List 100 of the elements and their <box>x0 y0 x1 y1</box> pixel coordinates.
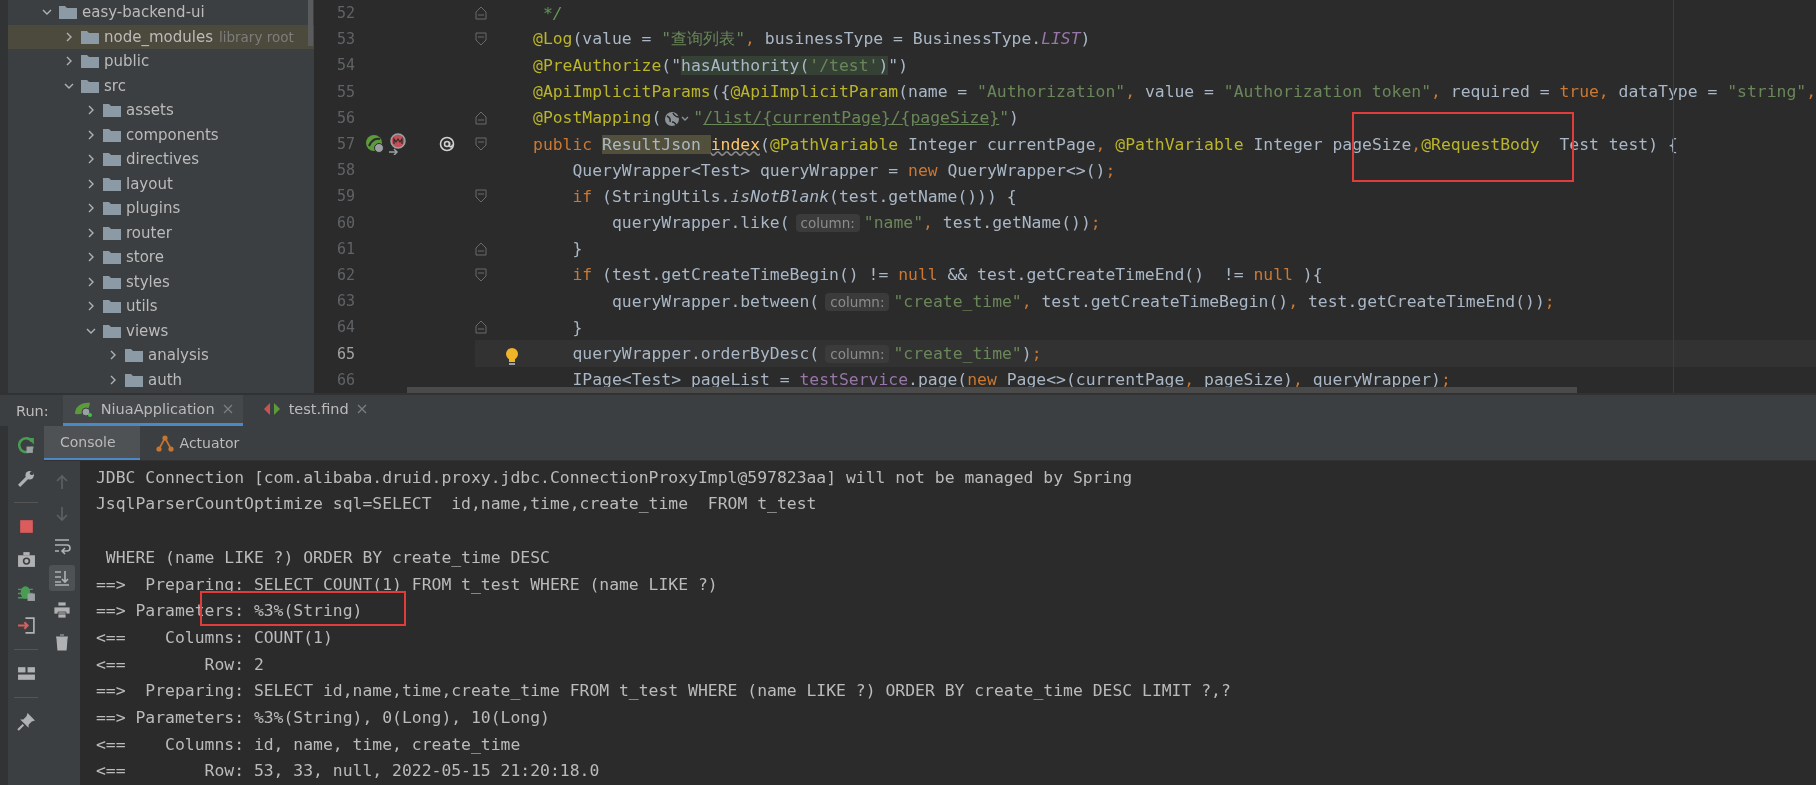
fold-marker-icon[interactable] <box>475 320 487 335</box>
folder-icon <box>103 250 121 265</box>
folder-name[interactable]: layout <box>126 174 173 193</box>
line-number: 66 <box>336 370 355 389</box>
console-line: ==> Parameters: %3%(String), 0(Long), 10(Long) <box>96 707 550 727</box>
folder-name[interactable]: public <box>104 52 150 71</box>
bean-icon[interactable] <box>365 134 385 155</box>
console-line: JsqlParserCountOptimize sql=SELECT id,name,time,create_time FROM t_test <box>96 494 817 514</box>
run-tab[interactable]: test.find <box>252 395 377 426</box>
fold-marker-icon[interactable] <box>475 189 487 204</box>
line-number: 52 <box>336 4 355 23</box>
folder-icon <box>59 5 77 20</box>
scrollbar[interactable] <box>308 0 313 46</box>
folder-name[interactable]: node_modules <box>104 27 213 46</box>
layout-icon[interactable] <box>16 664 36 683</box>
line-number: 61 <box>336 239 355 258</box>
folder-name[interactable]: store <box>126 248 164 267</box>
console-tab[interactable]: Actuator <box>139 426 264 460</box>
code-brackets-icon <box>262 401 281 417</box>
folder-icon <box>103 152 121 167</box>
folder-name[interactable]: components <box>126 125 219 144</box>
code-text: } <box>572 317 583 337</box>
folder-name[interactable]: directives <box>126 150 199 169</box>
code-text: queryWrapper.between( <box>611 291 820 311</box>
folder-name[interactable]: styles <box>126 272 170 291</box>
camera-icon[interactable] <box>16 550 36 569</box>
fold-marker-icon[interactable] <box>475 241 487 256</box>
pin-icon[interactable] <box>16 712 36 731</box>
folder-icon <box>81 29 99 44</box>
folder-name[interactable]: views <box>126 321 169 340</box>
chevron-right-icon[interactable] <box>86 105 96 116</box>
code-text: if (test.getCreateTimeBegin() != null && test.getCreateTimeEnd() != null ){ <box>572 265 1323 285</box>
code-text: queryWrapper.like( <box>611 213 790 233</box>
line-number: 54 <box>336 56 355 75</box>
line-number: 55 <box>336 82 355 101</box>
bug-icon[interactable] <box>16 583 36 602</box>
folder-name[interactable]: easy-backend-ui <box>82 3 205 22</box>
folder-icon <box>125 372 143 387</box>
folder-name[interactable]: src <box>104 76 126 95</box>
line-number: 53 <box>336 30 355 49</box>
scroll-to-end-icon[interactable] <box>49 564 75 591</box>
fold-marker-icon[interactable] <box>475 32 487 47</box>
line-number: 62 <box>336 265 355 284</box>
network-icon <box>155 433 174 452</box>
folder-icon <box>81 54 99 69</box>
console-line: WHERE (name LIKE ?) ORDER BY create_time DESC <box>104 547 550 567</box>
fold-marker-icon[interactable] <box>475 6 487 21</box>
chevron-right-icon[interactable] <box>64 56 74 67</box>
wrench-icon[interactable] <box>16 469 36 488</box>
at-sign-icon[interactable] <box>439 136 455 153</box>
folder-name[interactable]: router <box>126 223 172 242</box>
line-number: 58 <box>336 161 355 180</box>
fold-marker-icon[interactable] <box>475 137 487 152</box>
lightbulb-icon[interactable] <box>505 347 519 368</box>
chevron-right-icon[interactable] <box>86 252 96 263</box>
folder-hint: library root <box>218 28 294 45</box>
rerun-icon[interactable] <box>16 436 36 455</box>
scrollbar[interactable] <box>407 387 1577 393</box>
folder-icon <box>103 299 121 314</box>
console-tab[interactable]: Console <box>44 426 140 460</box>
folder-icon <box>103 127 121 142</box>
code-text: } <box>572 239 583 259</box>
folder-name[interactable]: auth <box>148 370 183 389</box>
folder-icon <box>103 323 121 338</box>
fold-marker-icon[interactable] <box>475 110 487 125</box>
chevron-right-icon[interactable] <box>108 374 118 385</box>
folder-icon <box>103 176 121 191</box>
chevron-right-icon[interactable] <box>86 178 96 189</box>
exit-icon[interactable] <box>16 616 36 635</box>
chevron-right-icon[interactable] <box>64 31 74 42</box>
chevron-right-icon[interactable] <box>86 203 96 214</box>
console-line: <== Row: 2 <box>96 654 264 674</box>
parameter-hint: column: <box>825 292 890 311</box>
chevron-right-icon[interactable] <box>108 350 118 361</box>
line-number: 56 <box>336 108 355 127</box>
line-number: 59 <box>336 187 355 206</box>
run-tab[interactable]: NiuaApplication <box>62 395 243 426</box>
code-text: QueryWrapper<Test> queryWrapper = new QueryWrapper<>(); <box>572 160 1116 180</box>
console-line: <== Columns: id, name, time, create_time <box>96 734 521 754</box>
chevron-right-icon[interactable] <box>86 227 96 238</box>
panel-label: Run: <box>16 402 49 419</box>
fold-marker-icon[interactable] <box>475 267 487 282</box>
chevron-right-icon[interactable] <box>86 129 96 140</box>
folder-name[interactable]: assets <box>126 101 174 120</box>
chevron-right-icon[interactable] <box>86 301 96 312</box>
code-text: queryWrapper.orderByDesc( <box>572 344 820 364</box>
folder-name[interactable]: utils <box>126 297 158 316</box>
folder-icon <box>103 225 121 240</box>
chevron-right-icon[interactable] <box>86 276 96 287</box>
code-text: @PostMapping( <box>533 108 662 128</box>
mapper-icon[interactable] <box>387 133 407 156</box>
code-text: */ <box>542 3 563 23</box>
code-text: @ApiImplicitParams({@ApiImplicitParam(name = "Authorization", value = "Authorization token", required = true, dataType = "string", <box>533 82 1816 102</box>
folder-name[interactable]: analysis <box>148 346 209 365</box>
console-line: ==> Preparing: SELECT COUNT(1) FROM t_test WHERE (name LIKE ?) <box>96 574 718 594</box>
folder-name[interactable]: plugins <box>126 199 181 218</box>
code-text: if (StringUtils.isNotBlank(test.getName())) { <box>572 186 1017 206</box>
console-line: <== Row: 53, 33, null, 2022-05-15 21:20:18.0 <box>96 761 600 781</box>
close-icon[interactable] <box>356 404 367 414</box>
chevron-right-icon[interactable] <box>86 154 96 165</box>
